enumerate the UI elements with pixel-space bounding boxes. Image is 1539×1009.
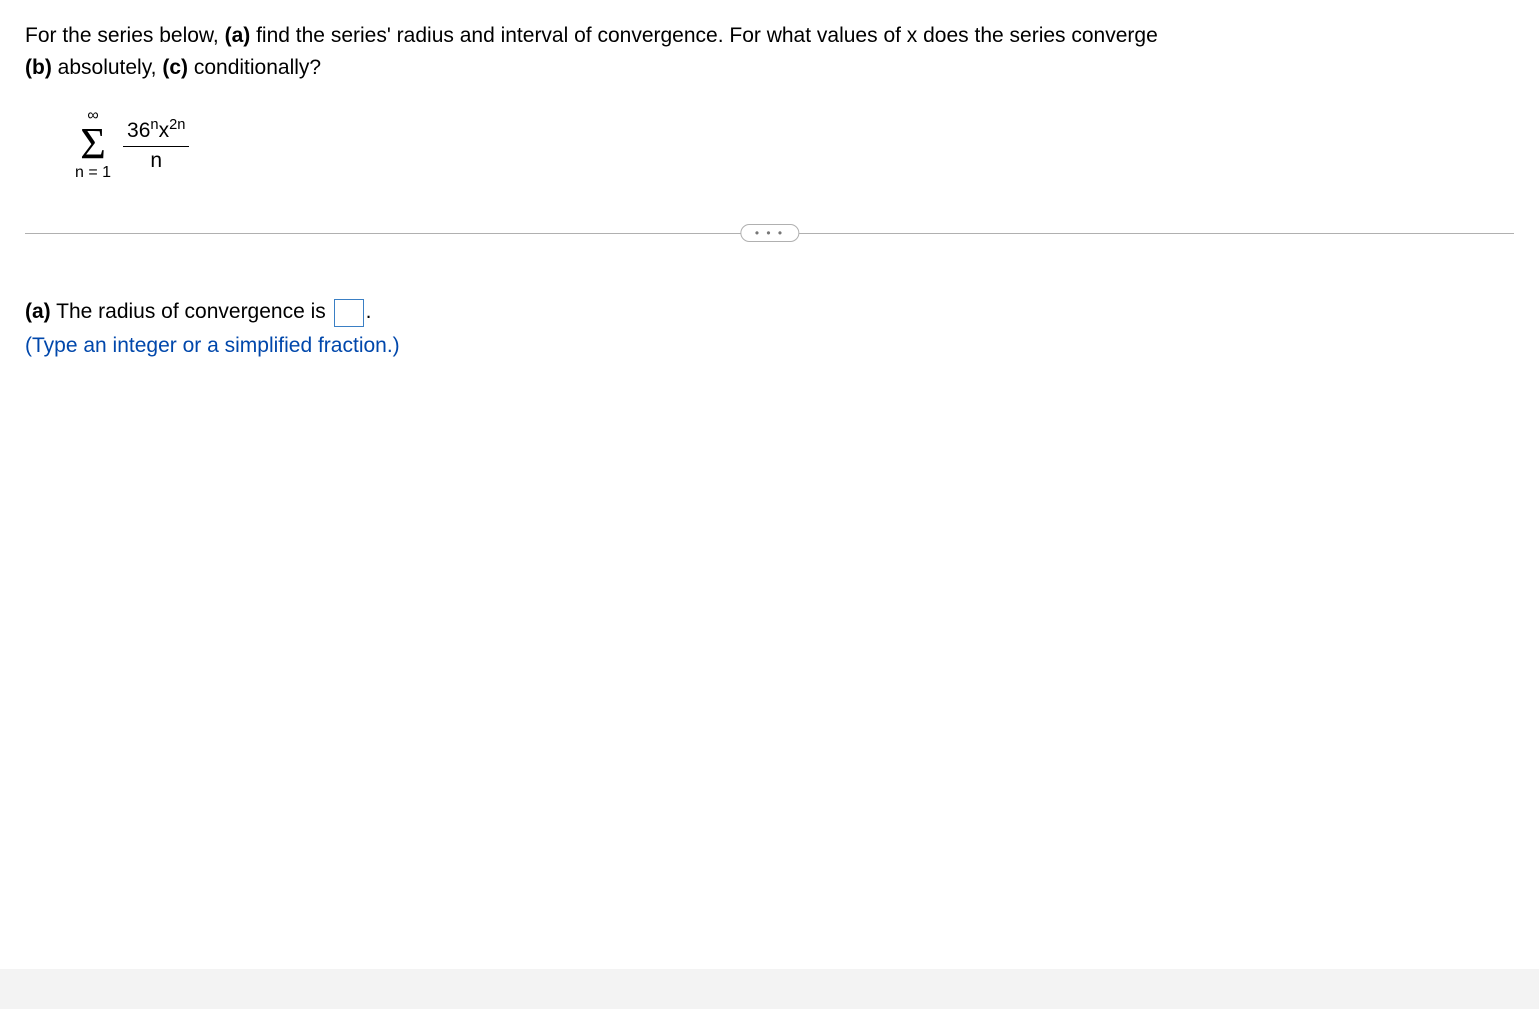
answer-line: (a) The radius of convergence is . [25,295,1514,329]
series-expression: ∞ Σ n = 1 36nx2n n [75,108,1514,181]
dots-icon: • • • [755,226,784,240]
sigma-block: ∞ Σ n = 1 [75,108,111,181]
num-var: x [159,119,170,142]
section-divider: • • • [25,221,1514,245]
num-exp2: 2n [169,117,185,133]
problem-intro: For the series below, [25,24,225,47]
series-denominator: n [150,147,162,173]
part-a-text: find the series' radius and interval of … [250,24,1158,47]
answer-section: (a) The radius of convergence is . (Type… [25,295,1514,362]
part-a-label: (a) [225,24,251,47]
expand-button[interactable]: • • • [740,224,799,242]
answer-hint: (Type an integer or a simplified fractio… [25,329,1514,363]
part-b-text: absolutely, [52,56,163,79]
answer-part-label: (a) [25,300,51,323]
answer-prompt-before: The radius of convergence is [51,300,332,323]
part-c-label: (c) [162,56,188,79]
radius-input[interactable] [334,299,364,327]
num-base1: 36 [127,119,150,142]
sigma-lower-limit: n = 1 [75,165,111,181]
footer-bar [0,969,1539,1009]
answer-prompt-after: . [366,300,372,323]
problem-statement: For the series below, (a) find the serie… [25,20,1514,83]
part-c-text: conditionally? [188,56,321,79]
sigma-symbol: Σ [80,126,106,161]
num-exp1: n [150,117,158,133]
part-b-label: (b) [25,56,52,79]
series-numerator: 36nx2n [123,116,189,147]
series-fraction: 36nx2n n [123,116,189,173]
